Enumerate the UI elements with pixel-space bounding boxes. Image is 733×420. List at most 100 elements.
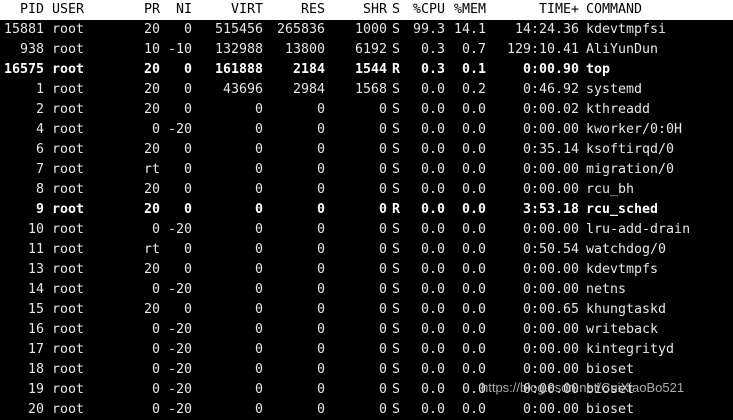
cell-time: 0:35.14: [522, 142, 579, 157]
cell-pid: 4: [35, 122, 44, 137]
cell-cpu: 0.0: [420, 102, 445, 117]
header-pid: PID: [19, 2, 44, 17]
cell-pid: 15: [27, 302, 44, 317]
cell-state: S: [392, 242, 401, 257]
cell-pid: 9: [35, 202, 44, 217]
cell-priority: 10: [143, 42, 160, 57]
cell-cpu: 0.0: [420, 202, 445, 217]
cell-command: kthreadd: [586, 102, 651, 117]
cell-command: kdevtmpfsi: [586, 22, 667, 37]
cell-time: 0:46.92: [522, 82, 579, 97]
cell-cpu: 0.0: [420, 222, 445, 237]
cell-command: writeback: [586, 322, 659, 337]
cell-res: 0: [316, 342, 325, 357]
cell-res: 0: [316, 122, 325, 137]
cell-pid: 20: [27, 402, 44, 417]
cell-shr: 0: [378, 182, 387, 197]
cell-shr: 0: [378, 242, 387, 257]
header-state: S: [392, 2, 401, 17]
cell-command: top: [586, 62, 611, 77]
cell-command: migration/0: [586, 162, 675, 177]
cell-user: root: [52, 122, 85, 137]
cell-pid: 7: [35, 162, 44, 177]
process-row: 20 root 0 -20 0 0 0 S 0.0 0.0 0:00.00 bioset: [0, 400, 733, 420]
cell-virt: 0: [254, 362, 263, 377]
cell-pid: 19: [27, 382, 44, 397]
process-row: 9 root 20 0 0 0 0 R 0.0 0.0 3:53.18 rcu_sched: [0, 200, 733, 220]
cell-shr: 1544: [354, 62, 387, 77]
cell-virt: 0: [254, 322, 263, 337]
cell-command: khungtaskd: [586, 302, 667, 317]
process-row: 7 root rt 0 0 0 0 S 0.0 0.0 0:00.00 migration/0: [0, 160, 733, 180]
cell-command: watchdog/0: [586, 242, 667, 257]
cell-state: S: [392, 322, 401, 337]
cell-res: 13800: [284, 42, 325, 57]
cell-state: R: [392, 62, 401, 77]
cell-nice: 0: [183, 262, 192, 277]
cell-command: bioset: [586, 362, 635, 377]
cell-user: root: [52, 42, 85, 57]
cell-priority: 20: [143, 202, 160, 217]
cell-res: 0: [316, 362, 325, 377]
cell-virt: 0: [254, 302, 263, 317]
cell-priority: 0: [151, 342, 160, 357]
cell-command: systemd: [586, 82, 643, 97]
cell-command: lru-add-drain: [586, 222, 691, 237]
cell-virt: 0: [254, 102, 263, 117]
cell-time: 0:50.54: [522, 242, 579, 257]
header-time: TIME+: [538, 2, 579, 17]
cell-state: R: [392, 202, 401, 217]
cell-mem: 0.0: [461, 382, 486, 397]
process-row: 2 root 20 0 0 0 0 S 0.0 0.0 0:00.02 kthreadd: [0, 100, 733, 120]
cell-command: netns: [586, 282, 627, 297]
process-row: 16575 root 20 0 161888 2184 1544 R 0.3 0.1 0:00.90…: [0, 60, 733, 80]
cell-priority: 20: [143, 182, 160, 197]
cell-cpu: 0.3: [420, 42, 445, 57]
cell-mem: 0.0: [461, 342, 486, 357]
cell-priority: 20: [143, 262, 160, 277]
cell-time: 0:00.02: [522, 102, 579, 117]
cell-res: 0: [316, 222, 325, 237]
cell-command: rcu_sched: [586, 202, 659, 217]
cell-pid: 938: [19, 42, 44, 57]
cell-time: 0:00.00: [522, 342, 579, 357]
cell-priority: 20: [143, 62, 160, 77]
cell-nice: -20: [167, 222, 192, 237]
cell-nice: 0: [183, 142, 192, 157]
cell-virt: 0: [254, 262, 263, 277]
process-row: 16 root 0 -20 0 0 0 S 0.0 0.0 0:00.00 writeback: [0, 320, 733, 340]
cell-shr: 0: [378, 102, 387, 117]
cell-pid: 15881: [3, 22, 44, 37]
cell-shr: 0: [378, 222, 387, 237]
cell-cpu: 0.0: [420, 242, 445, 257]
cell-shr: 1568: [354, 82, 387, 97]
header-cpu: %CPU: [412, 2, 445, 17]
process-row: 8 root 20 0 0 0 0 S 0.0 0.0 0:00.00 rcu_bh: [0, 180, 733, 200]
cell-pid: 16575: [3, 62, 44, 77]
cell-cpu: 0.0: [420, 122, 445, 137]
cell-mem: 0.0: [461, 162, 486, 177]
cell-command: AliYunDun: [586, 42, 659, 57]
cell-nice: 0: [183, 302, 192, 317]
cell-virt: 0: [254, 122, 263, 137]
cell-virt: 0: [254, 162, 263, 177]
cell-priority: 0: [151, 122, 160, 137]
cell-res: 2184: [292, 62, 325, 77]
cell-command: bioset: [586, 402, 635, 417]
cell-user: root: [52, 322, 85, 337]
cell-mem: 0.0: [461, 322, 486, 337]
cell-nice: -20: [167, 122, 192, 137]
cell-command: kintegrityd: [586, 342, 675, 357]
cell-user: root: [52, 382, 85, 397]
cell-pid: 18: [27, 362, 44, 377]
cell-shr: 0: [378, 342, 387, 357]
cell-res: 0: [316, 182, 325, 197]
cell-mem: 0.0: [461, 182, 486, 197]
process-row: 1 root 20 0 43696 2984 1568 S 0.0 0.2 0:46.92 syste…: [0, 80, 733, 100]
cell-mem: 0.1: [461, 62, 486, 77]
cell-time: 0:00.00: [522, 322, 579, 337]
cell-cpu: 0.0: [420, 262, 445, 277]
cell-mem: 14.1: [453, 22, 486, 37]
cell-mem: 0.0: [461, 242, 486, 257]
cell-res: 0: [316, 262, 325, 277]
